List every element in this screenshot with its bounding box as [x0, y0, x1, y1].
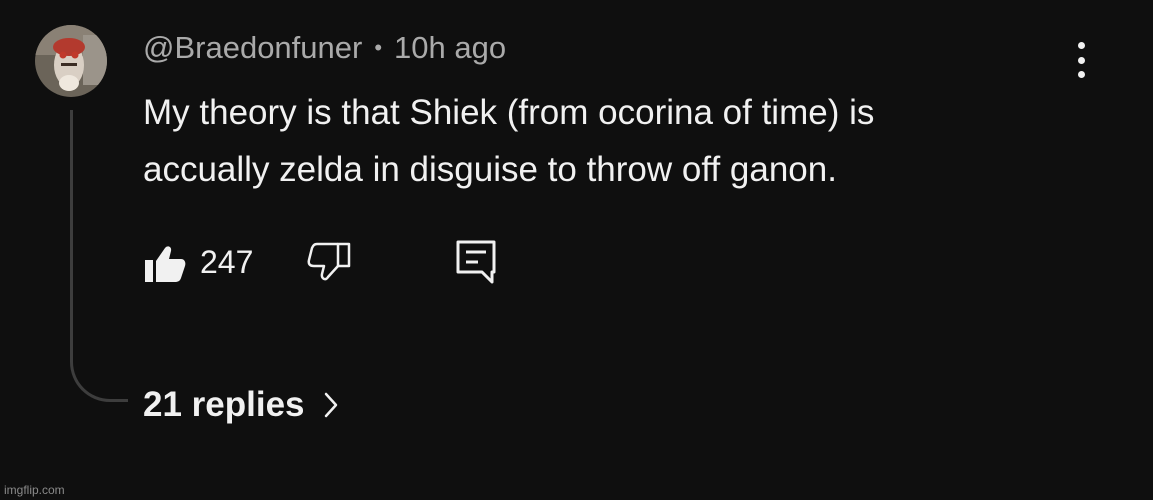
thumbs-down-icon: [307, 242, 351, 281]
replies-label: 21 replies: [143, 385, 305, 424]
thumbs-up-icon: [145, 246, 186, 282]
avatar[interactable]: [35, 25, 107, 97]
comment-text-line: My theory is that Shiek (from ocorina of…: [143, 93, 875, 132]
avatar-image: [35, 25, 107, 97]
comment-icon: [456, 240, 496, 284]
more-vertical-icon: [1077, 42, 1085, 49]
chevron-right-icon: [324, 392, 337, 418]
more-options-button[interactable]: [1064, 40, 1098, 80]
watermark: imgflip.com: [4, 483, 65, 497]
comment-text: My theory is that Shiek (from ocorina of…: [143, 84, 1103, 198]
view-replies-button[interactable]: 21 replies: [143, 380, 339, 430]
comment-text-line: accually zelda in disguise to throw off …: [143, 150, 837, 189]
like-button[interactable]: [143, 240, 187, 284]
comment-timestamp[interactable]: 10h ago: [394, 30, 506, 66]
like-count: 247: [200, 244, 254, 280]
reply-button[interactable]: [452, 236, 500, 288]
comment-header: @Braedonfuner • 10h ago: [143, 27, 506, 69]
dislike-button[interactable]: [305, 238, 353, 286]
thread-line: [70, 110, 128, 402]
header-separator: •: [374, 35, 383, 60]
author-name[interactable]: @Braedonfuner: [143, 30, 362, 66]
